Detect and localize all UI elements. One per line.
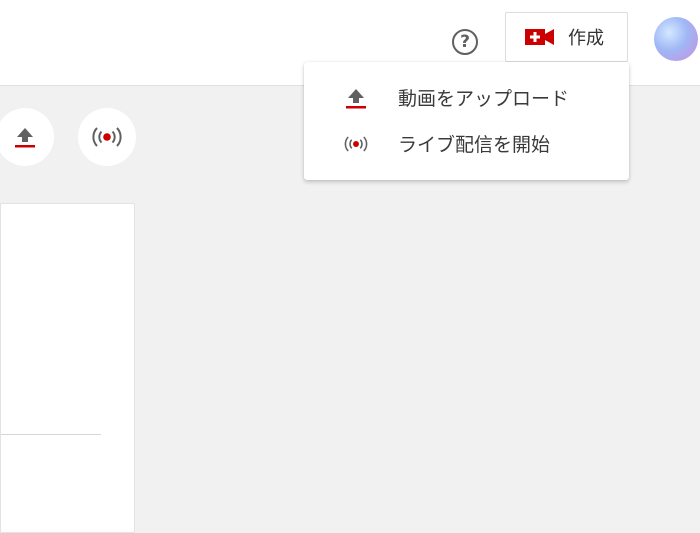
menu-item-label: ライブ配信を開始 (398, 134, 551, 156)
video-camera-plus-icon (525, 29, 554, 45)
create-button-label: 作成 (568, 28, 604, 49)
upload-video-shortcut-button[interactable] (0, 108, 54, 166)
upload-icon (342, 84, 370, 112)
help-button[interactable]: ? (448, 25, 482, 59)
live-broadcast-icon (92, 127, 122, 147)
live-broadcast-icon (342, 130, 370, 158)
content-card (0, 203, 135, 533)
divider (1, 434, 101, 435)
menu-item-label: 動画をアップロード (398, 88, 570, 110)
create-dropdown-menu: 動画をアップロード ライブ配信を開始 (304, 62, 629, 180)
go-live-shortcut-button[interactable] (78, 108, 136, 166)
menu-item-go-live[interactable]: ライブ配信を開始 (304, 120, 629, 166)
menu-item-upload-video[interactable]: 動画をアップロード (304, 74, 629, 120)
help-circle-icon: ? (452, 29, 478, 55)
avatar[interactable] (654, 17, 698, 61)
upload-icon (15, 128, 35, 148)
create-button[interactable]: 作成 (505, 12, 628, 62)
